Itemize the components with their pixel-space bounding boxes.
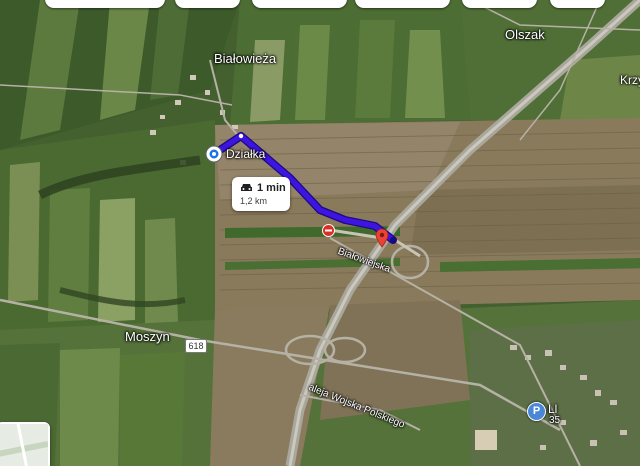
place-label-bialowieza: Białowieża xyxy=(214,51,277,66)
parking-icon[interactable]: P xyxy=(527,402,546,421)
place-label-moszyn: Moszyn xyxy=(125,329,170,344)
satellite-map[interactable]: Białowieża Olszak Krzy Moszyn Działka 1 … xyxy=(0,0,640,466)
search-chip[interactable] xyxy=(462,0,537,8)
search-chip[interactable] xyxy=(175,0,240,8)
search-chip[interactable] xyxy=(355,0,450,8)
layers-thumbnail[interactable] xyxy=(0,422,50,466)
route-time: 1 min xyxy=(257,182,286,194)
parking-sublabel: 35 xyxy=(549,415,561,426)
origin-label: Działka xyxy=(226,147,266,161)
route-distance: 1,2 km xyxy=(240,196,268,206)
search-chip[interactable] xyxy=(550,0,605,8)
place-label-krzy: Krzy xyxy=(620,73,640,87)
route-info-card[interactable]: 1 min 1,2 km xyxy=(232,177,290,211)
map-layer-icon xyxy=(0,424,48,466)
car-icon xyxy=(241,184,252,191)
no-entry-icon xyxy=(322,224,335,237)
red-pin-icon[interactable] xyxy=(375,228,389,248)
search-chip[interactable] xyxy=(252,0,347,8)
parking-label: Ll xyxy=(548,402,558,416)
search-chip[interactable] xyxy=(45,0,165,8)
route-number-badge: 618 xyxy=(185,339,207,353)
origin-circle-icon[interactable] xyxy=(205,145,223,163)
place-label-olszak: Olszak xyxy=(505,27,545,42)
